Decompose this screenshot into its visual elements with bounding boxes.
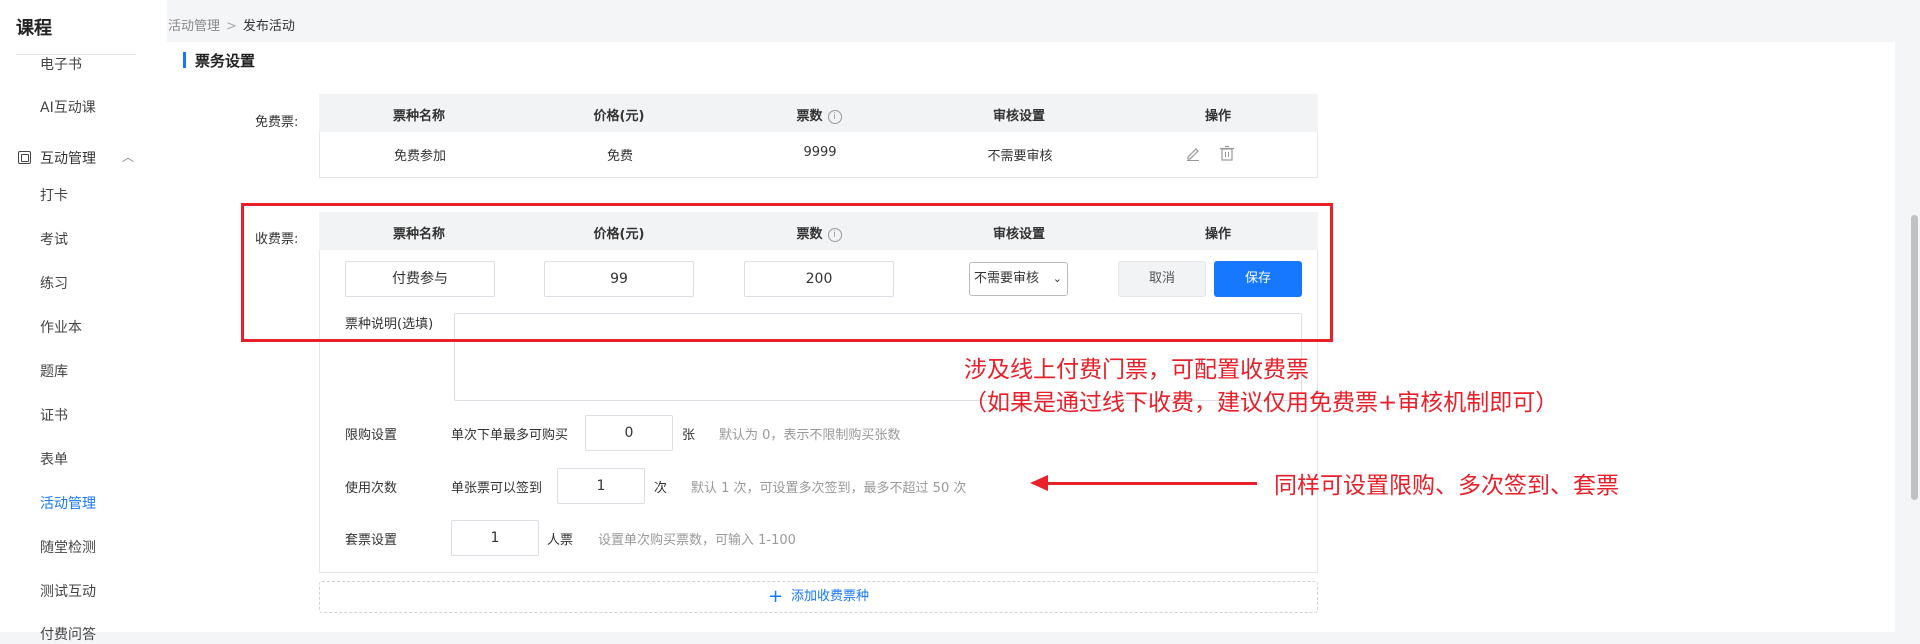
package-hint: 设置单次购买票数，可输入 1-100 — [598, 533, 796, 548]
edit-pencil-icon[interactable] — [1184, 144, 1202, 162]
interaction-icon — [18, 151, 31, 164]
sidebar-item-form[interactable]: 表单 — [40, 449, 68, 469]
sidebar-item-certificate[interactable]: 证书 — [40, 405, 68, 425]
limit-label: 限购设置 — [345, 428, 398, 443]
section-title: 票务设置 — [183, 50, 255, 71]
sidebar: 课程 电子书 AI互动课 互动管理 ︿ 打卡 考试 练习 作业本 题库 证书 表… — [0, 0, 167, 643]
header-review: 审核设置 — [992, 109, 1045, 124]
sidebar-item-paid-qa[interactable]: 付费问答 — [40, 624, 96, 644]
header-count-text: 票数 — [796, 109, 823, 124]
usage-unit: 次 — [654, 481, 668, 496]
sidebar-item-activity[interactable]: 活动管理 — [40, 493, 96, 513]
free-ticket-label: 免费票: — [255, 115, 299, 130]
free-ticket-name: 免费参加 — [393, 149, 446, 164]
scrollbar-thumb[interactable] — [1911, 215, 1918, 500]
sidebar-item-test-interaction[interactable]: 测试互动 — [40, 581, 96, 601]
free-ticket-header: 票种名称 价格(元) 票数 i 审核设置 操作 — [319, 94, 1318, 132]
chevron-up-icon[interactable]: ︿ — [122, 148, 134, 165]
info-circle-icon[interactable]: i — [827, 109, 842, 124]
package-input[interactable]: 1 — [451, 520, 539, 556]
breadcrumb-separator: > — [226, 19, 237, 34]
usage-label: 使用次数 — [345, 481, 398, 496]
sidebar-item-checkin[interactable]: 打卡 — [40, 185, 68, 205]
limit-hint: 默认为 0，表示不限制购买张数 — [719, 428, 901, 443]
annotation-line-1: 涉及线上付费门票，可配置收费票 — [964, 357, 1309, 383]
header-price: 价格(元) — [593, 109, 645, 124]
annotation-line-3: 同样可设置限购、多次签到、套票 — [1274, 473, 1619, 499]
sidebar-group-interaction[interactable]: 互动管理 ︿ — [18, 148, 138, 168]
sidebar-item-ebook[interactable]: 电子书 — [40, 54, 82, 74]
plus-icon: + — [767, 586, 784, 607]
package-unit: 人票 — [547, 533, 574, 548]
sidebar-item-quiz[interactable]: 随堂检测 — [40, 537, 96, 557]
usage-prefix: 单张票可以签到 — [451, 481, 543, 496]
annotation-highlight-box — [241, 203, 1333, 342]
limit-prefix: 单次下单最多可购买 — [451, 428, 569, 443]
sidebar-item-exam[interactable]: 考试 — [40, 229, 68, 249]
sidebar-item-practice[interactable]: 练习 — [40, 273, 68, 293]
trash-icon[interactable] — [1218, 144, 1236, 162]
free-ticket-row: 免费参加 免费 9999 不需要审核 — [319, 132, 1318, 178]
sidebar-item-question-bank[interactable]: 题库 — [40, 361, 68, 381]
usage-hint: 默认 1 次，可设置多次签到，最多不超过 50 次 — [691, 481, 967, 496]
sidebar-item-ai-course[interactable]: AI互动课 — [40, 97, 96, 117]
annotation-arrow-line — [1046, 482, 1257, 485]
header-ticket-name: 票种名称 — [392, 109, 445, 124]
free-ticket-price: 免费 — [606, 149, 633, 164]
breadcrumb-current: 发布活动 — [242, 19, 295, 34]
sidebar-item-homework[interactable]: 作业本 — [40, 317, 82, 337]
free-ticket-review: 不需要审核 — [987, 149, 1053, 164]
sidebar-title: 课程 — [16, 18, 52, 39]
header-count: 票数 i — [719, 105, 919, 124]
package-label: 套票设置 — [345, 533, 398, 548]
usage-input[interactable]: 1 — [557, 468, 645, 504]
sidebar-group-label: 互动管理 — [40, 151, 96, 167]
annotation-line-2: （如果是通过线下收费，建议仅用免费票+审核机制即可） — [964, 390, 1559, 416]
breadcrumb: 活动管理 > 发布活动 — [168, 15, 295, 34]
header-actions: 操作 — [1204, 109, 1231, 124]
limit-input[interactable]: 0 — [585, 415, 673, 451]
limit-unit: 张 — [682, 428, 696, 443]
add-paid-ticket-label: 添加收费票种 — [791, 589, 870, 604]
free-ticket-count: 9999 — [803, 145, 837, 160]
add-paid-ticket-button[interactable]: + 添加收费票种 — [319, 581, 1318, 613]
breadcrumb-parent[interactable]: 活动管理 — [168, 19, 220, 34]
